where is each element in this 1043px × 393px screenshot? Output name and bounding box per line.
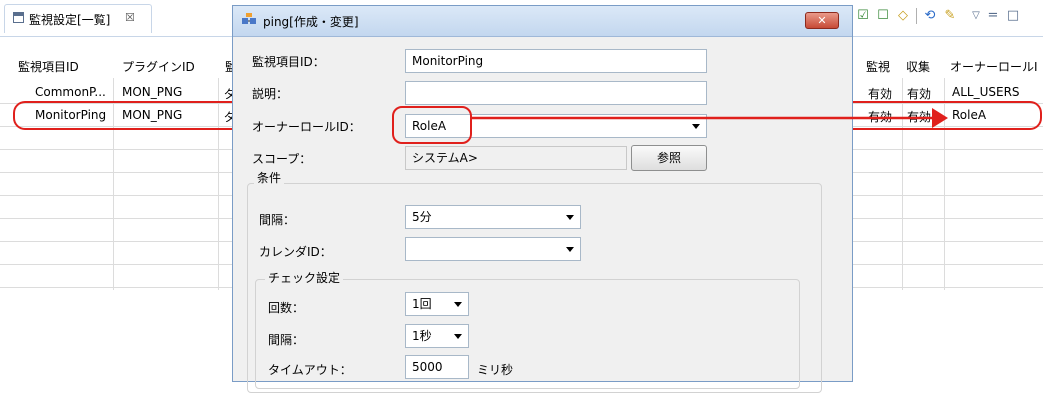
count-value: 1回 — [412, 297, 432, 311]
chevron-down-icon — [566, 215, 574, 220]
check-interval-label: 間隔： — [268, 333, 305, 347]
ping-app-icon — [242, 13, 256, 24]
refresh-icon[interactable]: ⟲ — [922, 8, 938, 24]
minimize-icon[interactable]: = — [985, 8, 1001, 24]
view-icon — [13, 12, 24, 23]
scope-browse-button[interactable]: 参照 — [631, 145, 707, 171]
cell-monitor-id: CommonP... — [35, 85, 106, 99]
cell-plugin-id: MON_PNG — [122, 85, 183, 99]
interval-value: 5分 — [412, 210, 432, 224]
calendar-label: カレンダID： — [259, 245, 332, 259]
count-select[interactable]: 1回 — [405, 292, 469, 316]
timeout-field[interactable]: 5000 — [405, 355, 469, 379]
calendar-select[interactable] — [405, 237, 581, 261]
owner-role-label: オーナーロールID： — [252, 120, 361, 134]
check-interval-value: 1秒 — [412, 329, 432, 343]
interval-label: 間隔： — [259, 213, 296, 227]
condition-group-label: 条件 — [254, 169, 285, 186]
interval-select[interactable]: 5分 — [405, 205, 581, 229]
scope-field: システムA> — [405, 146, 627, 170]
column-header-owner-role[interactable]: オーナーロールI — [950, 58, 1038, 78]
monitor-id-label: 監視項目ID： — [252, 55, 325, 69]
dialog-titlebar[interactable]: ping[作成・変更] ✕ — [233, 6, 852, 37]
checkbox-checked-icon[interactable]: ☑ — [855, 8, 871, 24]
owner-role-highlight-box — [392, 106, 472, 144]
tab-label: 監視設定[一覧] — [29, 13, 111, 27]
close-button[interactable]: ✕ — [805, 12, 839, 29]
toolbar-separator — [916, 8, 917, 24]
monitor-id-field[interactable]: MonitorPing — [405, 49, 707, 73]
ping-edit-dialog: ping[作成・変更] ✕ 監視項目ID： MonitorPing 説明： オー… — [232, 5, 853, 393]
check-interval-select[interactable]: 1秒 — [405, 324, 469, 348]
cell-owner-role: ALL_USERS — [952, 85, 1020, 99]
column-header-monitor[interactable]: 監視 — [866, 58, 890, 78]
check-settings-label: チェック設定 — [265, 269, 344, 286]
chevron-down-icon — [454, 334, 462, 339]
add-icon[interactable]: ◇ — [895, 8, 911, 24]
timeout-label: タイムアウト： — [268, 363, 352, 377]
highlight-arrow — [472, 108, 948, 128]
maximize-icon[interactable]: □ — [1005, 8, 1021, 24]
chevron-down-icon — [454, 302, 462, 307]
column-header-collect[interactable]: 収集 — [906, 58, 930, 78]
view-menu-icon[interactable]: ▽ — [968, 8, 984, 24]
checkbox-empty-icon[interactable]: ☐ — [875, 8, 891, 24]
dialog-title: ping[作成・変更] — [263, 15, 359, 29]
tab-monitor-list[interactable]: 監視設定[一覧] ☒ — [4, 4, 152, 33]
pin-icon[interactable]: ✎ — [942, 8, 958, 24]
row-highlight-box — [13, 101, 241, 130]
timeout-unit-label: ミリ秒 — [477, 363, 514, 377]
column-header-monitor-id[interactable]: 監視項目ID — [18, 58, 79, 78]
tab-close-icon[interactable]: ☒ — [125, 11, 135, 24]
chevron-down-icon — [566, 247, 574, 252]
scope-label: スコープ： — [252, 152, 312, 166]
description-label: 説明： — [252, 87, 289, 101]
column-header-plugin-id[interactable]: プラグインID — [122, 58, 195, 78]
count-label: 回数： — [268, 301, 305, 315]
